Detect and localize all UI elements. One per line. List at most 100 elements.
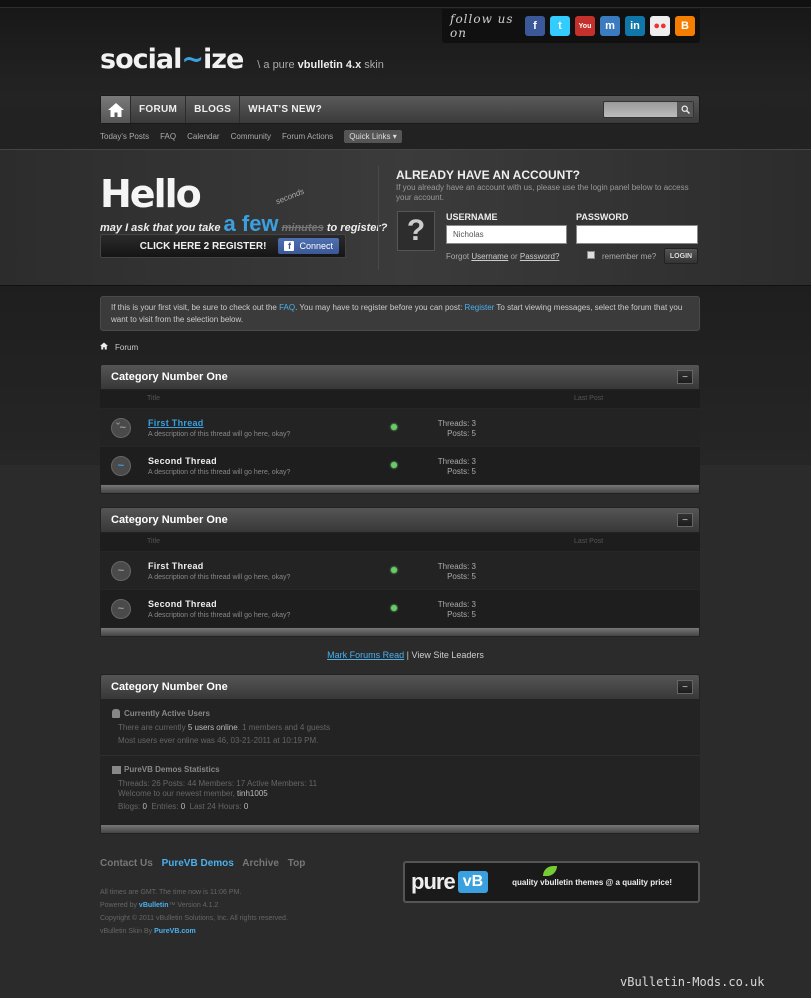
logo-text: social xyxy=(100,44,182,75)
quick-links-dropdown[interactable]: Quick Links ▾ xyxy=(344,129,402,143)
register-link[interactable]: Register xyxy=(465,303,495,312)
forum-links: Mark Forums Read | View Site Leaders xyxy=(327,650,484,660)
category-header: Category Number One − xyxy=(100,364,700,390)
myspace-icon[interactable]: m xyxy=(600,16,620,36)
blog-stats-line: Blogs: 0 Entries: 0 Last 24 Hours: 0 xyxy=(118,802,249,811)
login-button[interactable]: LOGIN xyxy=(664,248,698,264)
register-button[interactable]: CLICK HERE 2 REGISTER! f Connect xyxy=(100,234,346,258)
collapse-button[interactable]: − xyxy=(677,513,693,527)
col-last-post: Last Post xyxy=(574,395,604,402)
twitter-icon[interactable]: t xyxy=(550,16,570,36)
subnav-community[interactable]: Community xyxy=(231,132,271,141)
forum-desc: A description of this thread will go her… xyxy=(148,574,291,581)
subnav-todays-posts[interactable]: Today's Posts xyxy=(100,132,149,141)
hello-title: Hello xyxy=(100,172,202,216)
online-dot-icon xyxy=(391,605,397,611)
category-title[interactable]: Category Number One xyxy=(111,514,228,526)
connect-label: Connect xyxy=(299,241,333,251)
wol-body: Currently Active Users There are current… xyxy=(100,700,700,824)
subnav-forum-actions[interactable]: Forum Actions xyxy=(282,132,333,141)
banner-vb-badge: vB xyxy=(457,871,489,893)
forum-title[interactable]: First Thread xyxy=(148,561,204,571)
register-label: CLICK HERE 2 REGISTER! xyxy=(139,240,267,252)
forum-status-icon: ~ xyxy=(111,561,131,581)
banner-tagline: quality vbulletin themes @ a quality pri… xyxy=(512,877,672,887)
archive-link[interactable]: Archive xyxy=(242,858,279,869)
purevb-demos-link[interactable]: PureVB Demos xyxy=(162,858,234,869)
remember-label: remember me? xyxy=(602,252,657,261)
nav-forum[interactable]: FORUM xyxy=(131,96,187,123)
view-leaders-link[interactable]: View Site Leaders xyxy=(412,650,484,660)
stats-line: Threads: 26 Posts: 44 Members: 17 Active… xyxy=(118,779,318,788)
most-users-line: Most users ever online was 46, 03-21-201… xyxy=(118,736,319,745)
subnav-faq[interactable]: FAQ xyxy=(160,132,176,141)
nav-whats-new[interactable]: WHAT'S NEW? xyxy=(240,96,330,123)
user-icon xyxy=(112,709,120,718)
logo-text-2: ize xyxy=(202,44,244,75)
whats-going-on: Category Number One − Currently Active U… xyxy=(100,674,700,834)
banner-word: pure xyxy=(411,869,456,894)
column-header: Title Last Post xyxy=(100,390,700,408)
breadcrumb: Forum xyxy=(100,342,138,352)
forum-row: ~ Second Thread A description of this th… xyxy=(100,589,700,627)
site-logo[interactable]: social~ize \ a pure vbulletin 4.x skin xyxy=(100,44,384,75)
footer-skin-by: vBulletin Skin By PureVB.com xyxy=(100,928,196,935)
flickr-icon[interactable]: ●● xyxy=(650,16,670,36)
category-block: Category Number One − Title Last Post ˇ~… xyxy=(100,364,700,494)
forum-stats: Threads: 3 Posts: 5 xyxy=(437,562,476,581)
forum-title[interactable]: Second Thread xyxy=(148,456,217,466)
forum-stats: Threads: 3 Posts: 5 xyxy=(437,600,476,619)
collapse-button[interactable]: − xyxy=(677,370,693,384)
forum-stats: Threads: 3 Posts: 5 xyxy=(437,457,476,476)
forgot-username-link[interactable]: Username xyxy=(471,252,508,261)
logo-tilde: ~ xyxy=(181,44,204,75)
forum-desc: A description of this thread will go her… xyxy=(148,431,291,438)
account-title: ALREADY HAVE AN ACCOUNT? xyxy=(396,168,581,182)
breadcrumb-forum[interactable]: Forum xyxy=(115,343,138,352)
forum-title[interactable]: Second Thread xyxy=(148,599,217,609)
vbulletin-link[interactable]: vBulletin xyxy=(139,902,169,909)
search-icon[interactable] xyxy=(677,102,693,117)
stats-section: PureVB Demos Statistics Threads: 26 Post… xyxy=(100,756,700,824)
username-field[interactable]: Nicholas xyxy=(446,225,567,244)
forgot-password-link[interactable]: Password? xyxy=(520,252,560,261)
linkedin-icon[interactable]: in xyxy=(625,16,645,36)
password-field[interactable] xyxy=(576,225,698,244)
footer-links: Contact Us PureVB Demos Archive Top xyxy=(100,858,311,869)
remember-checkbox[interactable] xyxy=(587,251,595,259)
category-footer xyxy=(100,824,700,834)
footer-copyright: Copyright © 2011 vBulletin Solutions, In… xyxy=(100,915,288,922)
col-last-post: Last Post xyxy=(574,538,604,545)
top-link[interactable]: Top xyxy=(288,858,306,869)
search-input[interactable] xyxy=(603,101,694,118)
online-dot-icon xyxy=(391,567,397,573)
purevb-link[interactable]: PureVB.com xyxy=(154,928,196,935)
home-icon[interactable] xyxy=(100,342,108,352)
mark-forums-read-link[interactable]: Mark Forums Read xyxy=(327,650,404,660)
active-users-title[interactable]: Currently Active Users xyxy=(124,709,210,718)
stats-title: PureVB Demos Statistics xyxy=(124,765,220,774)
footer-time: All times are GMT. The time now is 11:06… xyxy=(100,889,242,896)
forum-status-icon: ˇ~ xyxy=(111,418,131,438)
youtube-icon[interactable]: You xyxy=(575,16,595,36)
blogger-icon[interactable]: B xyxy=(675,16,695,36)
newest-member-link[interactable]: tinh1005 xyxy=(237,789,268,798)
home-icon[interactable] xyxy=(101,96,131,123)
category-block: Category Number One − Title Last Post ~ … xyxy=(100,507,700,637)
social-bar: follow us on f t You m in ●● B xyxy=(442,9,700,43)
sub-navbar: Today's Posts FAQ Calendar Community For… xyxy=(100,128,700,144)
category-title[interactable]: Category Number One xyxy=(111,681,228,693)
faq-link[interactable]: FAQ xyxy=(279,303,295,312)
forum-desc: A description of this thread will go her… xyxy=(148,469,291,476)
facebook-connect-button[interactable]: f Connect xyxy=(278,238,339,254)
category-header: Category Number One − xyxy=(100,507,700,533)
contact-us-link[interactable]: Contact Us xyxy=(100,858,153,869)
nav-blogs[interactable]: BLOGS xyxy=(186,96,241,123)
forum-title[interactable]: First Thread xyxy=(148,418,204,428)
category-title[interactable]: Category Number One xyxy=(111,371,228,383)
subnav-calendar[interactable]: Calendar xyxy=(187,132,219,141)
collapse-button[interactable]: − xyxy=(677,680,693,694)
facebook-icon[interactable]: f xyxy=(525,16,545,36)
category-footer xyxy=(100,484,700,494)
stats-icon xyxy=(112,766,121,774)
